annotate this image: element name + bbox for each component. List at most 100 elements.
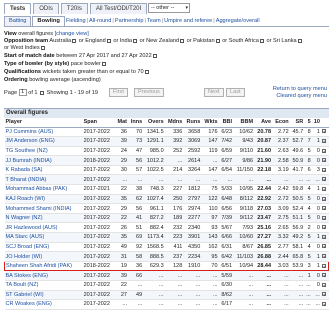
go-page-icon[interactable] [40, 90, 45, 95]
column-header-bbi[interactable]: BBI [218, 118, 234, 128]
cell-player[interactable]: T Bharat (INDIA) [4, 174, 83, 186]
remove-filter-icon[interactable] [259, 38, 264, 43]
column-header-runs[interactable]: Runs [183, 118, 202, 128]
cell-bbi: 8/62 [218, 290, 234, 301]
tab-umpire-referee[interactable]: Umpire and referee [164, 18, 212, 24]
cell-wkts: ... [201, 290, 219, 301]
column-header-span[interactable]: Span [82, 118, 115, 128]
column-header-inns[interactable]: Inns [127, 118, 144, 128]
expand-plus-icon[interactable]: + [321, 138, 326, 143]
tab-batting[interactable]: Batting [4, 16, 32, 26]
expand-plus-icon[interactable]: + [321, 244, 326, 249]
tab-odis[interactable]: ODIs [33, 3, 59, 14]
previous-page-button[interactable]: Previous [134, 88, 164, 97]
cell-player[interactable]: CR Woakes (ENG) [4, 299, 83, 310]
tab-fielding[interactable]: Fielding [66, 18, 86, 24]
expand-plus-icon[interactable]: + [321, 234, 326, 239]
cell-player[interactable]: Shaheen Shah Afridi (PAK) [3, 260, 83, 272]
expand-plus-icon[interactable]: + [321, 206, 326, 211]
expand-plus-icon[interactable]: + [321, 167, 326, 172]
change-view-link[interactable]: [change view] [55, 31, 89, 37]
cell-player[interactable]: N Wagner (NZ) [4, 213, 83, 224]
cell-player[interactable]: K Rabada (SA) [4, 165, 83, 176]
column-header-econ[interactable]: Econ [272, 118, 290, 128]
return-to-query-link[interactable]: Return to query menu [273, 86, 327, 92]
cell-player[interactable]: JM Anderson (ENG) [4, 136, 83, 147]
expand-plus-icon[interactable]: + [321, 158, 326, 163]
expand-plus-icon[interactable]: + [321, 254, 326, 259]
cell-player[interactable]: KAJ Roach (WI) [4, 194, 83, 205]
tab-all-round[interactable]: All-round [89, 18, 111, 24]
tab-bowling[interactable]: Bowling [32, 16, 65, 26]
cell-wkts: ... [201, 174, 219, 186]
separator: | [144, 18, 146, 24]
remove-filter-icon[interactable] [297, 38, 302, 43]
remove-filter-icon[interactable] [72, 38, 77, 43]
cell-player[interactable]: TA Boult (NZ) [4, 280, 83, 291]
cell-player[interactable]: TG Southee (NZ) [4, 146, 83, 157]
remove-filter-icon[interactable] [40, 45, 45, 50]
column-header-overs[interactable]: Overs [143, 118, 165, 128]
remove-filter-icon[interactable] [144, 69, 149, 74]
cell-mdns: 232 [164, 222, 184, 234]
remove-filter-icon[interactable] [152, 53, 157, 58]
cell-ave: 20.78 [254, 127, 273, 138]
expand-plus-icon[interactable]: + [321, 215, 326, 220]
cleared-query-link[interactable]: Cleared query menu [276, 93, 327, 99]
column-header-ten[interactable]: 10 [311, 118, 321, 128]
column-header-mdns[interactable]: Mdns [164, 118, 184, 128]
expand-plus-icon[interactable]: + [321, 273, 326, 278]
cell-player[interactable]: JJ Bumrah (INDIA) [4, 155, 83, 166]
column-header-player[interactable]: Player [4, 118, 83, 128]
cell-ten: 0 [311, 203, 321, 214]
tab-all-formats[interactable]: All Test/ODI/T20I [89, 3, 148, 14]
expand-plus-icon[interactable]: + [321, 148, 326, 153]
column-header-wkts[interactable]: Wkts [201, 118, 219, 128]
cell-player[interactable]: Mohammad Abbas (PAK) [4, 184, 83, 195]
cell-player[interactable]: JR Hazlewood (AUS) [4, 222, 83, 234]
column-header-sr[interactable]: SR [289, 118, 305, 128]
tab-team[interactable]: Team [147, 18, 161, 24]
column-header-five[interactable]: 5 [304, 118, 312, 128]
cell-player[interactable]: Mohammed Shami (INDIA) [4, 203, 83, 214]
expand-plus-icon[interactable]: + [321, 196, 326, 201]
cell-player[interactable]: SCJ Broad (ENG) [4, 242, 83, 253]
cell-bbm: 10/60 [233, 232, 255, 243]
remove-filter-icon[interactable] [133, 38, 138, 43]
tab-partnership[interactable]: Partnership [115, 18, 144, 24]
expand-plus-icon[interactable]: + [321, 282, 326, 287]
expand-plus-icon[interactable]: + [321, 263, 326, 268]
cell-player[interactable]: ST Gabriel (WI) [4, 290, 83, 301]
last-page-button[interactable]: Last [226, 88, 245, 97]
expand-plus-icon[interactable]: + [321, 129, 326, 134]
remove-filter-icon[interactable] [106, 38, 111, 43]
column-header-bbm[interactable]: BBM [233, 118, 255, 128]
remove-filter-icon[interactable] [215, 38, 220, 43]
expand-plus-icon[interactable]: + [321, 177, 326, 182]
expand-cell: + [320, 165, 329, 176]
first-page-button[interactable]: First [109, 88, 128, 97]
expand-plus-icon[interactable]: + [321, 225, 326, 230]
cell-player[interactable]: PJ Cummins (AUS) [4, 127, 83, 138]
expand-plus-icon[interactable]: + [321, 292, 326, 297]
cell-player[interactable]: BA Stokes (ENG) [4, 270, 83, 281]
cell-player[interactable]: MA Starc (AUS) [4, 232, 83, 243]
remove-filter-icon[interactable] [180, 38, 185, 43]
column-header-mat[interactable]: Mat [114, 118, 128, 128]
next-page-button[interactable]: Next [204, 88, 224, 97]
tab-t20is[interactable]: T20Is [60, 3, 88, 14]
qualifications-line: Qualifications wickets taken greater tha… [4, 69, 329, 76]
cell-sr: 65.8 [289, 251, 305, 262]
cell-player[interactable]: JO Holder (WI) [4, 251, 83, 262]
cell-bbi: 6/23 [218, 127, 234, 138]
remove-filter-icon[interactable] [101, 61, 106, 66]
cell-span: 2017-2022 [82, 194, 115, 205]
expand-plus-icon[interactable]: + [321, 302, 326, 307]
column-header-ave[interactable]: Ave [254, 118, 273, 128]
cell-mat: 29 [114, 203, 128, 214]
other-format-select[interactable]: -- other -- ▾ [148, 3, 190, 13]
tab-aggregate[interactable]: Aggregate/overall [216, 18, 260, 24]
tab-tests[interactable]: Tests [4, 3, 32, 14]
expand-plus-icon[interactable]: + [321, 186, 326, 191]
page-number-input[interactable]: 1 [18, 89, 27, 96]
